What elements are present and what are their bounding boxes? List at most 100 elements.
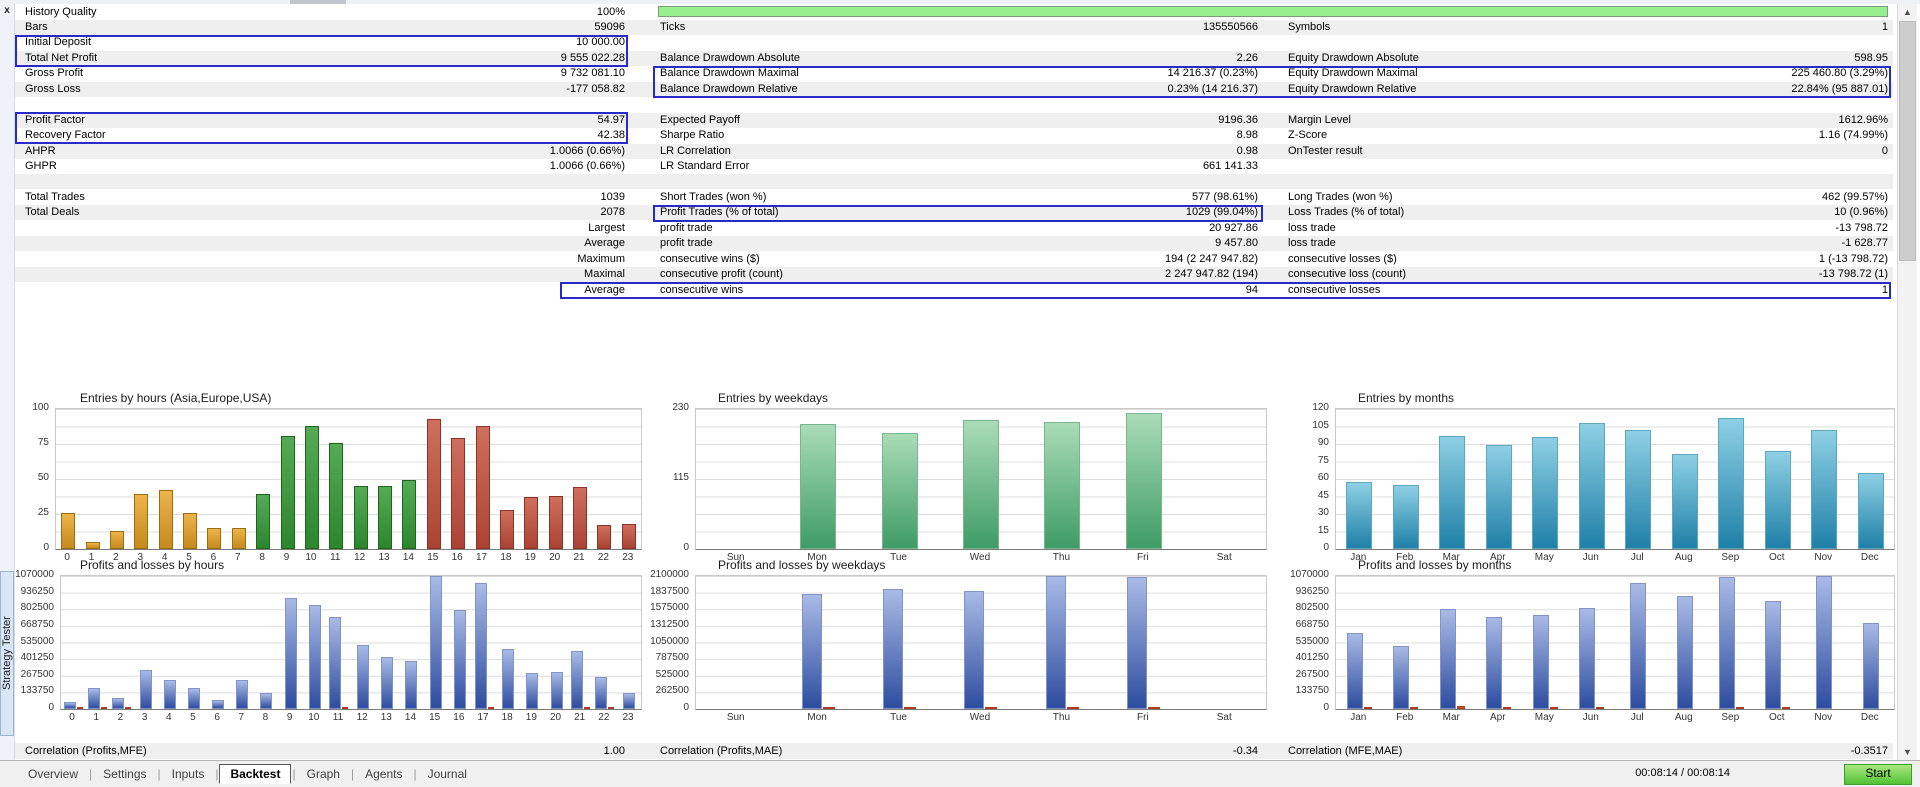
x-axis-label: 12 [350,712,374,723]
stat-value: 1.0066 (0.66%) [305,145,625,157]
tab-overview[interactable]: Overview [18,765,88,783]
chart-bar [1579,423,1605,549]
chart-bar [882,433,918,549]
x-axis-label: 19 [519,712,543,723]
x-axis-label: Sep [1707,712,1754,723]
x-axis-label: 3 [133,712,157,723]
stat-value: 194 (2 247 947.82) [938,253,1258,265]
y-axis-label: 401250 [1296,652,1329,663]
chart-slot [1185,409,1266,549]
chart-loss-bar [1148,707,1160,709]
chart-bar [800,424,836,549]
chart-bar [357,645,369,709]
chart-bar [1677,596,1693,709]
chart-slot [569,576,593,709]
stat-value: 1 [1568,284,1888,296]
chart-loss-bar [1457,706,1465,709]
stat-value: 462 (99.57%) [1568,191,1888,203]
stat-value: 225 460.80 (3.29%) [1568,67,1888,79]
chart-slot [859,409,940,549]
chart-slot [1522,576,1569,709]
stat-label: consecutive wins [660,284,743,296]
chart-loss-bar [823,707,835,709]
chart-loss-bar [342,707,348,709]
chart-slot [1383,576,1430,709]
x-axis-label: 6 [205,712,229,723]
x-axis-label: 20 [543,712,567,723]
chart-bar [549,496,563,549]
chart-bar [329,617,341,709]
y-axis-label: 0 [683,542,689,553]
chart-slot [593,576,617,709]
splitter-grip[interactable] [290,0,346,4]
chart-bar [1046,576,1066,709]
chart-slot [519,409,543,549]
chart-bar [329,443,343,549]
stat-value: 135550566 [938,21,1258,33]
elapsed-time: 00:08:14 / 00:08:14 [1635,767,1730,779]
start-button[interactable]: Start [1844,764,1912,785]
close-icon[interactable]: x [1,5,13,17]
tab-settings[interactable]: Settings [93,765,156,783]
chart-slot [495,409,519,549]
tab-graph[interactable]: Graph [297,765,350,783]
tab-inputs[interactable]: Inputs [162,765,215,783]
y-axis-label: 535000 [21,636,54,647]
y-axis-label: 100 [32,402,49,413]
stat-value: -1 628.77 [1568,237,1888,249]
stats-row: Recovery Factor42.38Sharpe Ratio8.98Z-Sc… [15,128,1893,143]
chart-bar [964,591,984,709]
scroll-up-icon[interactable]: ▲ [1898,4,1917,20]
chart-slot [470,409,494,549]
stat-label: Profit Factor [25,114,85,126]
x-axis-label: 17 [471,712,495,723]
chart-title: Entries by weekdays [718,391,828,405]
scrollbar-thumb[interactable] [1899,21,1916,261]
chart-bar [1393,485,1419,549]
y-axis-label: 535000 [1296,636,1329,647]
chart-slot [1476,409,1523,549]
stat-label: consecutive losses ($) [1288,253,1397,265]
x-axis-label: Tue [858,712,939,723]
chart-loss-bar [101,707,107,709]
x-axis-label: 12 [348,552,372,563]
stats-row: Bars59096Ticks135550566Symbols1 [15,20,1893,35]
y-axis-label: 1575000 [650,602,689,613]
chart-slot [568,409,592,549]
correlation-label: Correlation (MFE,MAE) [1288,745,1402,757]
y-axis-label: 0 [1323,702,1329,713]
vertical-scrollbar[interactable]: ▲ ▼ [1897,4,1917,760]
x-axis-label: Aug [1661,552,1708,563]
x-axis-label: Nov [1800,712,1847,723]
chart-bar [454,610,466,709]
chart-slot [80,409,104,549]
stat-value: 54.97 [305,114,625,126]
scroll-down-icon[interactable]: ▼ [1898,744,1917,760]
tab-agents[interactable]: Agents [355,765,412,783]
x-axis-label: 11 [323,552,347,563]
chart-plot [695,408,1267,550]
y-axis-label: 267500 [1296,669,1329,680]
x-axis-label: 14 [396,552,420,563]
chart-loss-bar [1596,707,1604,709]
stats-row: AHPR1.0066 (0.66%)LR Correlation0.98OnTe… [15,144,1893,159]
correlation-value: -0.3517 [1568,745,1888,757]
y-axis-label: 525000 [656,669,689,680]
x-axis-label: Jan [1335,712,1382,723]
x-axis-label: May [1521,712,1568,723]
chart-loss-bar [985,707,997,709]
stat-value: 1 (-13 798.72) [1568,253,1888,265]
x-axis-label: 2 [108,712,132,723]
chart-slot [1383,409,1430,549]
chart-bar [236,680,248,709]
stat-value: 9196.36 [938,114,1258,126]
tab-backtest[interactable]: Backtest [219,764,291,784]
tab-journal[interactable]: Journal [418,765,477,783]
chart-slot [202,409,226,549]
chart-slot [1022,576,1103,709]
stat-value: -13 798.72 (1) [1568,268,1888,280]
x-axis-label: 13 [372,552,396,563]
chart-bar [256,494,270,549]
x-axis-label: Oct [1754,712,1801,723]
chart-loss-bar [904,707,916,709]
